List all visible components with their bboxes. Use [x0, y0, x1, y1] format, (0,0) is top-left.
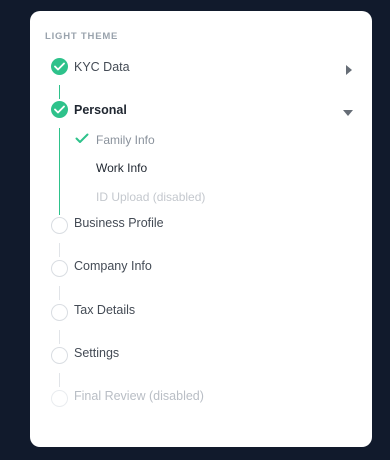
substep-label: ID Upload (disabled) — [96, 190, 206, 204]
chevron-right-icon[interactable] — [346, 65, 352, 75]
step-label: Settings — [74, 346, 120, 360]
check-icon — [51, 101, 68, 118]
step-label: Tax Details — [74, 303, 136, 317]
substep-label: Work Info — [96, 161, 148, 175]
step-label: Final Review (disabled) — [74, 389, 204, 403]
pending-circle-icon — [51, 304, 68, 321]
connector-line — [59, 330, 60, 344]
step-label: Personal — [74, 103, 127, 117]
step-label: Business Profile — [74, 216, 164, 230]
stepper-panel: LIGHT THEME KYC Data Personal Family Inf… — [30, 11, 372, 447]
check-icon — [51, 58, 68, 75]
pending-circle-icon — [51, 347, 68, 364]
check-icon — [75, 133, 89, 143]
step-final-review: Final Review (disabled) — [30, 11, 372, 407]
step-label: KYC Data — [74, 60, 130, 74]
connector-line — [59, 373, 60, 387]
section-title: LIGHT THEME — [45, 31, 119, 42]
substep-label: Family Info — [96, 133, 155, 147]
connector-line — [59, 243, 60, 257]
pending-circle-icon — [51, 260, 68, 277]
connector-line — [59, 128, 60, 215]
connector-line — [59, 85, 60, 99]
step-label: Company Info — [74, 259, 152, 273]
pending-circle-icon — [51, 390, 68, 407]
chevron-down-icon[interactable] — [343, 110, 353, 116]
pending-circle-icon — [51, 217, 68, 234]
connector-line — [59, 286, 60, 300]
